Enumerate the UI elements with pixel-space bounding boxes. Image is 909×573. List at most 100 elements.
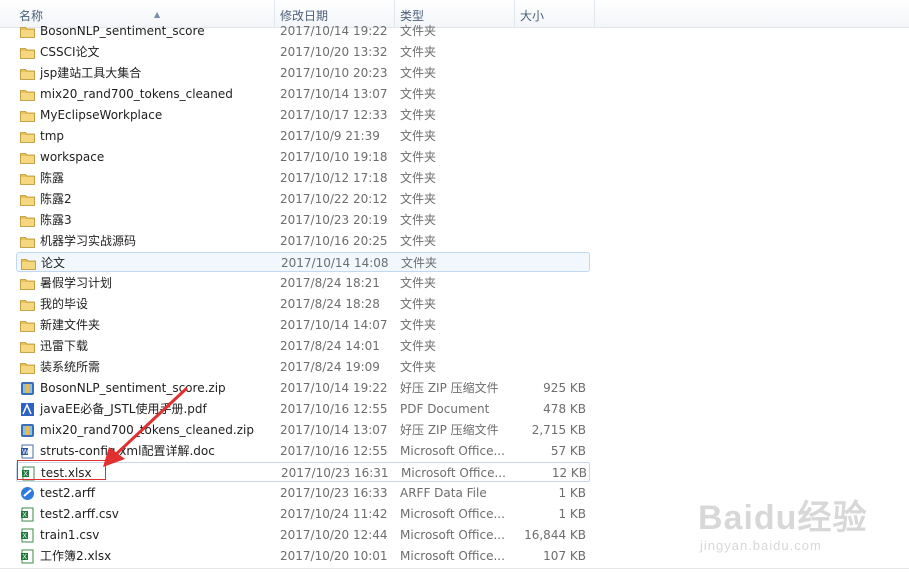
- file-name: jsp建站工具大集合: [40, 66, 142, 80]
- folder-icon: [20, 24, 35, 38]
- file-size: 925 KB: [543, 381, 586, 395]
- baidu-watermark: Baidu经验 jingyan.baidu.com: [698, 490, 888, 562]
- file-date: 2017/10/24 11:42: [280, 507, 388, 521]
- file-size: 1 KB: [558, 507, 586, 521]
- zip-icon: [20, 381, 35, 395]
- file-row[interactable]: MyEclipseWorkplace 2017/10/17 12:33 文件夹: [16, 105, 590, 125]
- file-date: 2017/10/16 20:25: [280, 234, 388, 248]
- file-type: 文件夹: [400, 24, 437, 38]
- file-type: 文件夹: [400, 297, 437, 311]
- folder-icon: [20, 45, 35, 59]
- file-name: 装系统所需: [40, 360, 101, 374]
- file-name: 陈露3: [40, 213, 72, 227]
- file-name: BosonNLP_sentiment_score: [40, 24, 205, 38]
- file-date: 2017/10/14 19:22: [280, 381, 388, 395]
- file-name: 论文: [41, 256, 66, 270]
- folder-icon: [20, 192, 35, 206]
- file-name: 机器学习实战源码: [40, 234, 137, 248]
- file-size: 12 KB: [551, 466, 587, 480]
- file-row[interactable]: 机器学习实战源码 2017/10/16 20:25 文件夹: [16, 231, 590, 251]
- file-date: 2017/10/14 19:22: [280, 24, 388, 38]
- file-type: 文件夹: [400, 276, 437, 290]
- file-type: 文件夹: [400, 318, 437, 332]
- file-date: 2017/10/12 17:18: [280, 171, 388, 185]
- file-date: 2017/10/16 12:55: [280, 444, 388, 458]
- file-date: 2017/10/23 20:19: [280, 213, 388, 227]
- file-type: 文件夹: [400, 45, 437, 59]
- file-row[interactable]: CSSCI论文 2017/10/20 13:32 文件夹: [16, 42, 590, 62]
- file-date: 2017/8/24 18:21: [280, 276, 380, 290]
- file-row[interactable]: X 工作簿2.xlsx 2017/10/20 10:01 Microsoft Offi…: [16, 546, 590, 566]
- file-type: 文件夹: [400, 129, 437, 143]
- file-type: 文件夹: [400, 360, 437, 374]
- file-name: tmp: [40, 129, 65, 143]
- excel-icon: X: [20, 507, 35, 522]
- folder-icon: [20, 87, 35, 101]
- folder-icon: [20, 150, 35, 164]
- file-date: 2017/10/20 10:01: [280, 549, 388, 563]
- folder-icon: [21, 256, 36, 270]
- watermark-logo: Baidu经验: [698, 499, 868, 537]
- file-type: 文件夹: [400, 192, 437, 206]
- folder-icon: [20, 213, 35, 227]
- file-row[interactable]: tmp 2017/10/9 21:39 文件夹: [16, 126, 590, 146]
- file-row[interactable]: Xtrain1.csv 2017/10/20 12:44 Microsoft Off…: [16, 525, 590, 545]
- file-name: 暑假学习计划: [40, 276, 113, 290]
- folder-icon: [20, 171, 35, 185]
- file-row[interactable]: 迅雷下载 2017/8/24 14:01 文件夹: [16, 336, 590, 356]
- file-date: 2017/10/17 12:33: [280, 108, 388, 122]
- file-row[interactable]: BosonNLP_sentiment_score 2017/10/14 19:22…: [16, 21, 590, 41]
- file-name: 工作簿2.xlsx: [40, 549, 112, 563]
- svg-text:X: X: [22, 512, 27, 519]
- file-date: 2017/10/10 19:18: [280, 150, 388, 164]
- file-name: 陈露: [40, 171, 65, 185]
- folder-icon: [20, 339, 35, 353]
- file-name: test2.arff: [40, 486, 96, 500]
- file-date: 2017/10/20 12:44: [280, 528, 388, 542]
- svg-text:X: X: [22, 554, 27, 561]
- file-size: 2,715 KB: [531, 423, 586, 437]
- file-type: Microsoft Office...: [400, 507, 505, 521]
- file-date: 2017/10/20 13:32: [280, 45, 388, 59]
- svg-text:X: X: [22, 533, 27, 540]
- file-date: 2017/10/23 16:31: [281, 466, 389, 480]
- word-icon: W: [20, 444, 35, 459]
- file-size: 16,844 KB: [524, 528, 586, 542]
- file-row[interactable]: 陈露3 2017/10/23 20:19 文件夹: [16, 210, 590, 230]
- bottom-divider: [0, 568, 909, 569]
- file-row[interactable]: 暑假学习计划 2017/8/24 18:21 文件夹: [16, 273, 590, 293]
- folder-icon: [20, 276, 35, 290]
- file-name: 新建文件夹: [40, 318, 101, 332]
- zip-icon: [20, 423, 35, 437]
- file-name: 迅雷下载: [40, 339, 89, 353]
- file-date: 2017/10/14 14:07: [280, 318, 388, 332]
- file-row[interactable]: 装系统所需 2017/8/24 19:09 文件夹: [16, 357, 590, 377]
- file-row[interactable]: 论文 2017/10/14 14:08 文件夹: [16, 252, 590, 272]
- file-type: 文件夹: [401, 256, 438, 270]
- file-date: 2017/10/9 21:39: [280, 129, 380, 143]
- file-name: workspace: [40, 150, 105, 164]
- file-row[interactable]: mix20_rand700_tokens_cleaned 2017/10/14 1…: [16, 84, 590, 104]
- file-row[interactable]: 陈露2 2017/10/22 20:12 文件夹: [16, 189, 590, 209]
- file-row[interactable]: workspace 2017/10/10 19:18 文件夹: [16, 147, 590, 167]
- file-name: MyEclipseWorkplace: [40, 108, 163, 122]
- folder-icon: [20, 234, 35, 248]
- file-row[interactable]: 我的毕设 2017/8/24 18:28 文件夹: [16, 294, 590, 314]
- file-type: 文件夹: [400, 87, 437, 101]
- file-date: 2017/10/23 16:33: [280, 486, 388, 500]
- file-type: 文件夹: [400, 339, 437, 353]
- file-row[interactable]: Xtest2.arff.csv 2017/10/24 11:42 Microsoft…: [16, 504, 590, 524]
- file-name: 我的毕设: [40, 297, 89, 311]
- file-type: 文件夹: [400, 108, 437, 122]
- file-type: Microsoft Office...: [400, 549, 505, 563]
- file-name: CSSCI论文: [40, 45, 100, 59]
- file-type: ARFF Data File: [400, 486, 487, 500]
- file-row[interactable]: test2.arff 2017/10/23 16:33 ARFF Data File…: [16, 483, 590, 503]
- file-row[interactable]: jsp建站工具大集合 2017/10/10 20:23 文件夹: [16, 63, 590, 83]
- file-date: 2017/8/24 19:09: [280, 360, 380, 374]
- folder-icon: [20, 129, 35, 143]
- file-date: 2017/10/10 20:23: [280, 66, 388, 80]
- file-type: 文件夹: [400, 171, 437, 185]
- file-row[interactable]: 陈露 2017/10/12 17:18 文件夹: [16, 168, 590, 188]
- file-row[interactable]: 新建文件夹 2017/10/14 14:07 文件夹: [16, 315, 590, 335]
